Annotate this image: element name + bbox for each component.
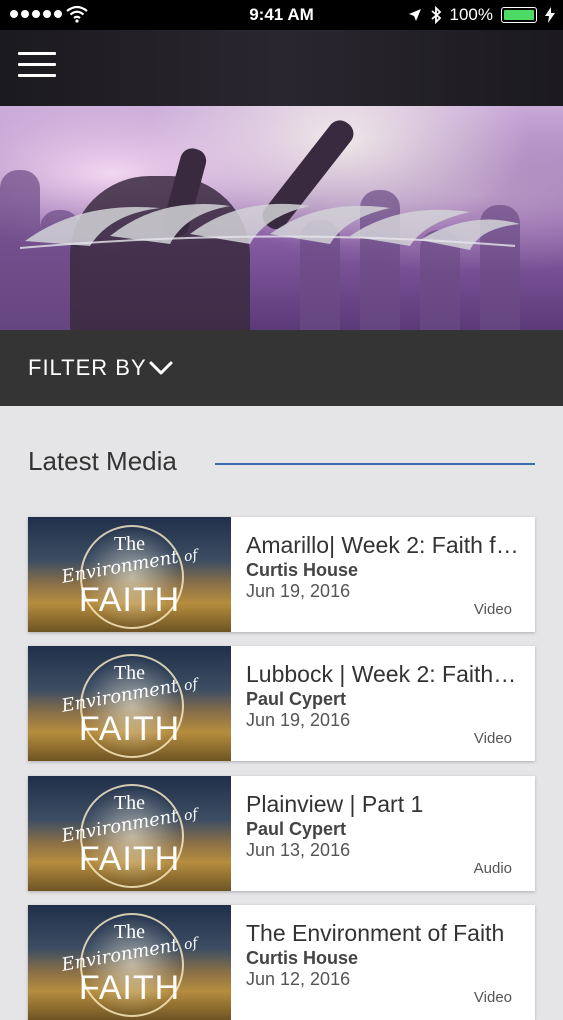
status-bar: 9:41 AM 100%	[0, 0, 563, 30]
media-thumbnail: The Environment of FAITH	[28, 517, 231, 632]
thumbnail-text-faith: FAITH	[78, 969, 181, 1007]
charging-bolt-icon	[545, 7, 555, 23]
filter-label: FILTER BY	[28, 355, 147, 380]
battery-percent: 100%	[449, 5, 493, 24]
bluetooth-icon	[430, 6, 441, 24]
media-speaker: Paul Cypert	[246, 689, 347, 709]
media-date: Jun 19, 2016	[246, 710, 351, 730]
media-type-label: Video	[473, 730, 512, 747]
media-date: Jun 12, 2016	[246, 969, 351, 989]
battery-icon	[501, 7, 537, 23]
media-date: Jun 19, 2016	[246, 581, 351, 601]
hamburger-menu-icon[interactable]	[18, 52, 58, 82]
media-speaker: Curtis House	[246, 948, 359, 968]
media-date: Jun 13, 2016	[246, 840, 351, 860]
media-item[interactable]: The Environment of FAITH Amarillo| Week …	[28, 517, 535, 632]
section-title: Latest Media	[28, 446, 177, 476]
location-arrow-icon	[408, 9, 421, 21]
media-type-label: Video	[473, 601, 512, 618]
thumbnail-text-faith: FAITH	[78, 581, 181, 619]
section-divider	[215, 463, 535, 465]
media-item[interactable]: The Environment of FAITH Plainview | Par…	[28, 776, 535, 891]
nav-bar	[0, 30, 563, 106]
media-thumbnail: The Environment of FAITH	[28, 905, 231, 1020]
media-title: The Environment of Faith	[246, 920, 505, 946]
thumbnail-text-faith: FAITH	[78, 710, 181, 748]
thumbnail-text-faith: FAITH	[78, 840, 181, 878]
filter-by-button[interactable]: FILTER BY	[0, 330, 563, 406]
media-speaker: Paul Cypert	[246, 819, 347, 839]
media-title: Plainview | Part 1	[246, 791, 424, 817]
media-type-label: Video	[473, 989, 512, 1006]
media-thumbnail: The Environment of FAITH	[28, 646, 231, 761]
media-type-label: Audio	[473, 860, 512, 877]
media-item[interactable]: The Environment of FAITH The Environment…	[28, 905, 535, 1020]
hero-banner	[0, 106, 563, 330]
chevron-down-icon	[149, 361, 173, 375]
media-thumbnail: The Environment of FAITH	[28, 776, 231, 891]
media-title: Lubbock | Week 2: Faith for an Ungodly C…	[246, 661, 521, 687]
media-speaker: Curtis House	[246, 560, 359, 580]
media-item[interactable]: The Environment of FAITH Lubbock | Week …	[28, 646, 535, 761]
media-title: Amarillo| Week 2: Faith for an Ungodly C…	[246, 532, 521, 558]
swoosh-logo-icon	[20, 203, 520, 250]
